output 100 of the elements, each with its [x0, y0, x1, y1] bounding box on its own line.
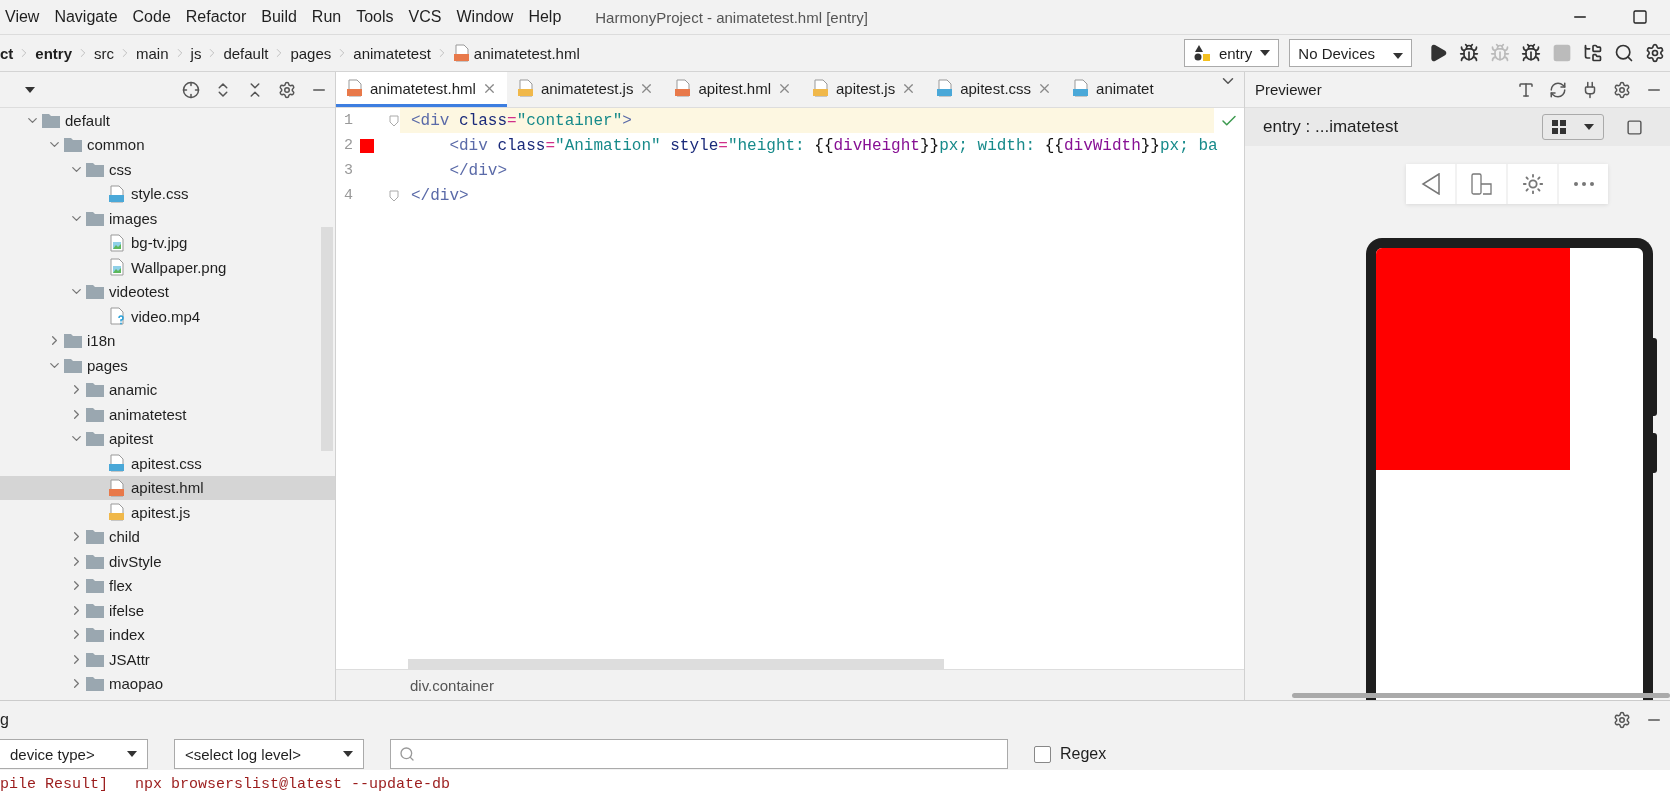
frame-icon[interactable]	[1625, 118, 1643, 136]
breadcrumb-item[interactable]: pages	[290, 44, 332, 62]
scrollbar[interactable]	[408, 659, 944, 669]
scrollbar[interactable]	[1292, 693, 1670, 698]
folder-icon	[86, 406, 104, 422]
regex-checkbox[interactable]	[1034, 745, 1051, 763]
editor-tab[interactable]: animatetest.js	[506, 72, 665, 107]
menu-item[interactable]: Navigate	[49, 8, 128, 26]
breadcrumb-item[interactable]: src	[94, 44, 115, 62]
line-number: 1	[344, 112, 353, 129]
tree-item[interactable]: divStyle	[0, 549, 335, 574]
css-file-icon	[108, 454, 126, 473]
status-path[interactable]: div.container	[336, 669, 1244, 700]
settings-icon[interactable]	[278, 80, 296, 99]
tree-item[interactable]: apitest.css	[0, 451, 335, 476]
code-line: <div class="Animation" style="height: {{divHeight}}px; width: {{divWidth}}px; ba	[448, 136, 1218, 155]
image-file-icon	[108, 258, 126, 277]
tree-item[interactable]: animatetest	[0, 402, 335, 427]
tree-item[interactable]: style.css	[0, 181, 335, 206]
device-dropdown[interactable]: No Devices	[1289, 39, 1412, 67]
breadcrumb-item[interactable]: animatetest.hml	[452, 44, 580, 62]
tree-item[interactable]: maopao	[0, 671, 335, 696]
tree-item[interactable]: video.mp4	[0, 304, 335, 329]
folder-icon	[64, 333, 82, 349]
panel-title: g	[0, 710, 10, 729]
tree-item[interactable]: common	[0, 132, 335, 157]
more-icon	[1573, 182, 1594, 186]
folder-icon	[64, 357, 82, 373]
breadcrumb-item[interactable]: js	[190, 44, 202, 62]
theme-button[interactable]	[1508, 164, 1557, 204]
folder-icon	[86, 676, 104, 692]
tree-item[interactable]: JSAttr	[0, 647, 335, 672]
settings-icon[interactable]	[1613, 710, 1631, 729]
tree-item[interactable]: child	[0, 524, 335, 549]
editor-tab[interactable]: apitest.hml	[664, 72, 802, 107]
module-icon	[1192, 44, 1211, 62]
refresh-icon[interactable]	[1549, 80, 1567, 99]
font-size-icon[interactable]	[1517, 80, 1535, 99]
breadcrumb-item[interactable]: ct	[0, 44, 14, 62]
folder-icon	[86, 529, 104, 545]
folder-icon	[86, 431, 104, 447]
window-title: HarmonyProject - animatetest.hml [entry]	[595, 8, 869, 26]
html-file-icon	[108, 478, 126, 497]
fold-icon[interactable]	[389, 114, 399, 127]
editor-tab[interactable]: apitest.js	[802, 72, 927, 107]
caret-icon[interactable]	[25, 86, 35, 93]
tree-item[interactable]: apitest.js	[0, 500, 335, 525]
folder-tree-icon	[1582, 43, 1603, 63]
tree-item[interactable]: index	[0, 622, 335, 647]
menu-item[interactable]: Tools	[351, 8, 404, 26]
tree-item[interactable]: i18n	[0, 328, 335, 353]
html-file-icon	[346, 79, 364, 97]
search-field[interactable]	[390, 739, 1008, 769]
menu-item[interactable]: VCS	[403, 8, 452, 26]
fold-icon[interactable]	[389, 189, 399, 202]
tree-item[interactable]: anamic	[0, 377, 335, 402]
tree-item[interactable]: apitest	[0, 426, 335, 451]
menu-item[interactable]: Build	[256, 8, 307, 26]
module-dropdown[interactable]: entry	[1183, 39, 1280, 67]
breadcrumb-item[interactable]: default	[223, 44, 269, 62]
log-level-select[interactable]: <select log level>	[174, 739, 364, 769]
tree-item[interactable]: videotest	[0, 279, 335, 304]
breadcrumb-item[interactable]: entry	[35, 44, 73, 62]
menu-item[interactable]: View	[0, 8, 50, 26]
device-type-select[interactable]: device type>	[0, 739, 148, 769]
tree-item[interactable]: bg-tv.jpg	[0, 230, 335, 255]
tree-item[interactable]: flex	[0, 573, 335, 598]
editor-tab[interactable]: apitest.css	[926, 72, 1063, 107]
menu-item[interactable]: Help	[523, 8, 572, 26]
editor-tab[interactable]: animatet	[1062, 72, 1164, 107]
stop-icon	[1551, 43, 1572, 63]
search-icon	[399, 746, 415, 762]
tree-item[interactable]: default	[0, 108, 335, 133]
grid-icon	[1552, 120, 1566, 134]
search-icon	[1613, 43, 1634, 63]
menu-item[interactable]: Code	[127, 8, 181, 26]
breadcrumb-item[interactable]: main	[136, 44, 169, 62]
settings-icon[interactable]	[1613, 80, 1631, 99]
js-file-icon	[516, 79, 535, 97]
code-line: </div>	[448, 161, 507, 180]
tree-item[interactable]: css	[0, 157, 335, 182]
tree-item[interactable]: apitest.hml	[0, 475, 335, 500]
menu-item[interactable]: Run	[306, 8, 352, 26]
menu-item[interactable]: Window	[451, 8, 524, 26]
breadcrumb-item[interactable]: animatetest	[353, 44, 431, 62]
tree-item[interactable]: images	[0, 206, 335, 231]
rotate-button[interactable]	[1457, 164, 1506, 204]
html-file-icon	[452, 44, 471, 62]
tree-item[interactable]: Wallpaper.png	[0, 255, 335, 280]
maximize-icon[interactable]	[1632, 9, 1648, 25]
back-button[interactable]	[1406, 164, 1455, 204]
menu-item[interactable]: Refactor	[180, 8, 257, 26]
tree-item[interactable]: pages	[0, 353, 335, 378]
locate-icon[interactable]	[182, 80, 200, 99]
editor-tab[interactable]: animatetest.hml	[336, 72, 507, 107]
layout-dropdown[interactable]	[1542, 114, 1604, 140]
breakpoint-marker[interactable]	[360, 138, 374, 153]
tree-item[interactable]: ifelse	[0, 598, 335, 623]
sun-icon	[1521, 173, 1544, 195]
preview-target: entry : ...imatetest	[1263, 117, 1400, 137]
